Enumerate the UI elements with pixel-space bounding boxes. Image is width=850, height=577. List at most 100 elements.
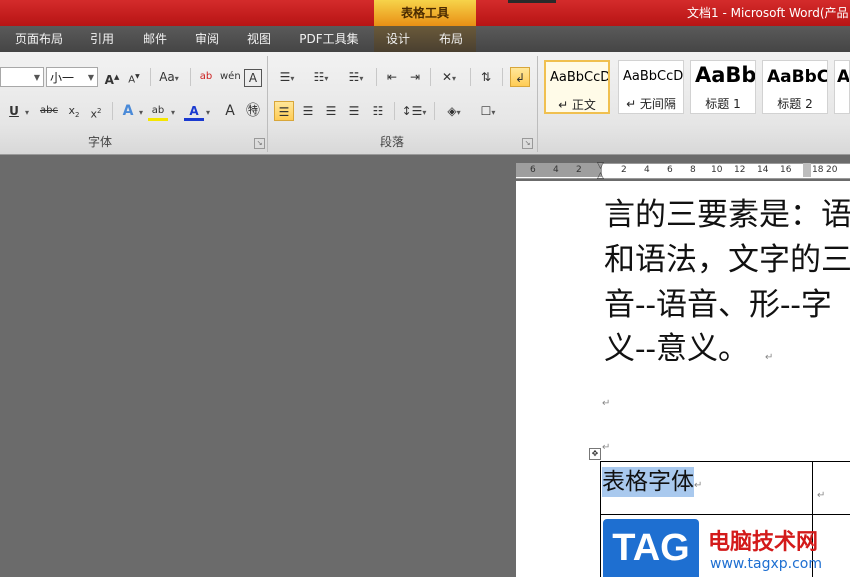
font-dialog-launcher-icon[interactable]: ↘ — [254, 138, 265, 149]
tab-view[interactable]: 视图 — [241, 26, 277, 52]
align-center-icon[interactable]: ☰ — [298, 101, 318, 121]
style-no-spacing[interactable]: AaBbCcD ↵ 无间隔 — [618, 60, 684, 114]
paragraph-mark: ↵ — [602, 442, 611, 453]
window-title: 文档1 - Microsoft Word(产品 — [687, 6, 849, 20]
ruler-tick: 10 — [711, 165, 723, 175]
superscript-icon[interactable]: x2 — [86, 101, 106, 121]
style-name: ↵ 无间隔 — [626, 97, 676, 111]
indent-marker-icon[interactable]: ▽ △ — [597, 161, 605, 181]
style-sample-text: AaBb — [695, 63, 756, 87]
ruler-tick: 18 — [812, 165, 824, 175]
group-divider — [537, 56, 538, 152]
column-marker[interactable] — [803, 163, 811, 177]
table-cell-selected-text[interactable]: 表格字体 — [602, 467, 694, 497]
watermark-text: 电脑技术网 — [708, 530, 819, 555]
clear-format-icon[interactable]: ab — [196, 67, 216, 87]
tab-review[interactable]: 审阅 — [189, 26, 225, 52]
body-text-line[interactable]: 义--意义。 — [604, 330, 749, 368]
tab-references[interactable]: 引用 — [84, 26, 120, 52]
tab-table-design[interactable]: 设计 — [380, 26, 416, 52]
divider — [434, 102, 435, 120]
style-normal[interactable]: AaBbCcD ↵ 正文 — [544, 60, 610, 114]
shrink-font-icon[interactable]: A▼ — [124, 67, 144, 87]
style-sample-text: AaBbCcD — [550, 70, 610, 85]
divider — [376, 68, 377, 86]
grow-font-icon[interactable]: A▲ — [102, 67, 122, 87]
divider — [430, 68, 431, 86]
title-bar-quick-access-edge — [508, 0, 556, 3]
text-effects-icon[interactable]: A — [118, 101, 138, 121]
phonetic-guide-icon[interactable]: wén — [220, 67, 241, 87]
character-border-icon[interactable]: A — [244, 69, 262, 87]
multilevel-list-icon[interactable]: ☵▾ — [342, 67, 370, 87]
divider — [470, 68, 471, 86]
group-divider — [267, 56, 268, 152]
chevron-down-icon[interactable]: ▾ — [168, 101, 178, 121]
divider — [112, 102, 113, 120]
ruler-tick: 20 — [826, 165, 838, 175]
underline-icon[interactable]: U — [4, 101, 24, 121]
ruler-tick: 14 — [757, 165, 769, 175]
style-sample-text: A — [837, 67, 850, 87]
shading-icon[interactable]: ◈▾ — [440, 101, 468, 121]
tab-pdf-tools[interactable]: PDF工具集 — [293, 26, 365, 52]
decrease-indent-icon[interactable]: ⇤ — [382, 67, 402, 87]
bullets-icon[interactable]: ☰▾ — [274, 67, 300, 87]
chevron-down-icon[interactable]: ▾ — [136, 101, 146, 121]
paragraph-dialog-launcher-icon[interactable]: ↘ — [522, 138, 533, 149]
table-tools-contextual-label: 表格工具 — [374, 0, 476, 26]
sort-icon[interactable]: ⇅ — [476, 67, 496, 87]
font-name-combo[interactable]: ▼ — [0, 67, 44, 87]
distributed-icon[interactable]: ☷ — [368, 101, 388, 121]
chevron-down-icon[interactable]: ▾ — [203, 101, 213, 121]
cell-end-mark: ↵ — [694, 480, 703, 491]
body-text-line[interactable]: 言的三要素是：语 — [604, 196, 850, 234]
style-heading-1[interactable]: AaBb 标题 1 — [690, 60, 756, 114]
strikethrough-icon[interactable]: abc — [36, 101, 62, 121]
font-size-value: 小一 — [50, 71, 75, 85]
tab-mailings[interactable]: 邮件 — [137, 26, 173, 52]
align-right-icon[interactable]: ☰ — [321, 101, 341, 121]
ruler-tick: 6 — [530, 165, 536, 175]
font-color-icon[interactable]: A — [184, 101, 204, 121]
tab-page-layout[interactable]: 页面布局 — [6, 26, 72, 52]
paragraph-mark: ↵ — [765, 352, 774, 363]
show-paragraph-marks-icon[interactable]: ↲ — [510, 67, 530, 87]
tab-table-layout[interactable]: 布局 — [433, 26, 469, 52]
divider — [394, 102, 395, 120]
chevron-down-icon: ▼ — [87, 73, 94, 82]
chevron-down-icon[interactable]: ▾ — [22, 101, 32, 121]
style-name: ↵ 正文 — [558, 98, 596, 112]
align-left-icon[interactable]: ☰ — [274, 101, 294, 121]
change-case-icon[interactable]: Aa▾ — [156, 67, 182, 87]
body-text-line[interactable]: 和语法，文字的三 — [604, 241, 850, 279]
table-border — [600, 461, 601, 577]
ruler-tick: 2 — [621, 165, 627, 175]
body-text-line[interactable]: 音--语音、形--字 — [604, 286, 832, 324]
watermark-logo: TAG — [603, 519, 699, 577]
style-heading-2[interactable]: AaBbC 标题 2 — [762, 60, 828, 114]
highlight-color-icon[interactable]: ab — [148, 101, 168, 121]
table-move-handle-icon[interactable]: ✥ — [589, 448, 601, 460]
increase-indent-icon[interactable]: ⇥ — [405, 67, 425, 87]
ruler-tick: 2 — [576, 165, 582, 175]
paragraph-group-label: 段落 — [379, 135, 404, 149]
ruler-margin — [516, 163, 602, 177]
divider — [502, 68, 503, 86]
font-size-combo[interactable]: 小一 ▼ — [46, 67, 98, 87]
character-shading-icon[interactable]: A — [220, 101, 240, 121]
chinese-layout-icon[interactable]: ✕▾ — [436, 67, 462, 87]
style-title[interactable]: A — [834, 60, 850, 114]
ruler-tick: 12 — [734, 165, 746, 175]
justify-icon[interactable]: ☰ — [344, 101, 364, 121]
subscript-icon[interactable]: x2 — [64, 101, 84, 121]
borders-icon[interactable]: ☐▾ — [474, 101, 502, 121]
font-group-label: 字体 — [87, 135, 112, 149]
line-spacing-icon[interactable]: ↕☰▾ — [400, 101, 428, 121]
enclose-character-icon[interactable]: ㊕ — [243, 101, 263, 121]
style-name: 标题 2 — [777, 97, 813, 111]
watermark-url: www.tagxp.com — [710, 556, 822, 572]
ruler-tick: 16 — [780, 165, 792, 175]
paragraph-mark: ↵ — [602, 398, 611, 409]
numbering-icon[interactable]: ☷▾ — [308, 67, 334, 87]
